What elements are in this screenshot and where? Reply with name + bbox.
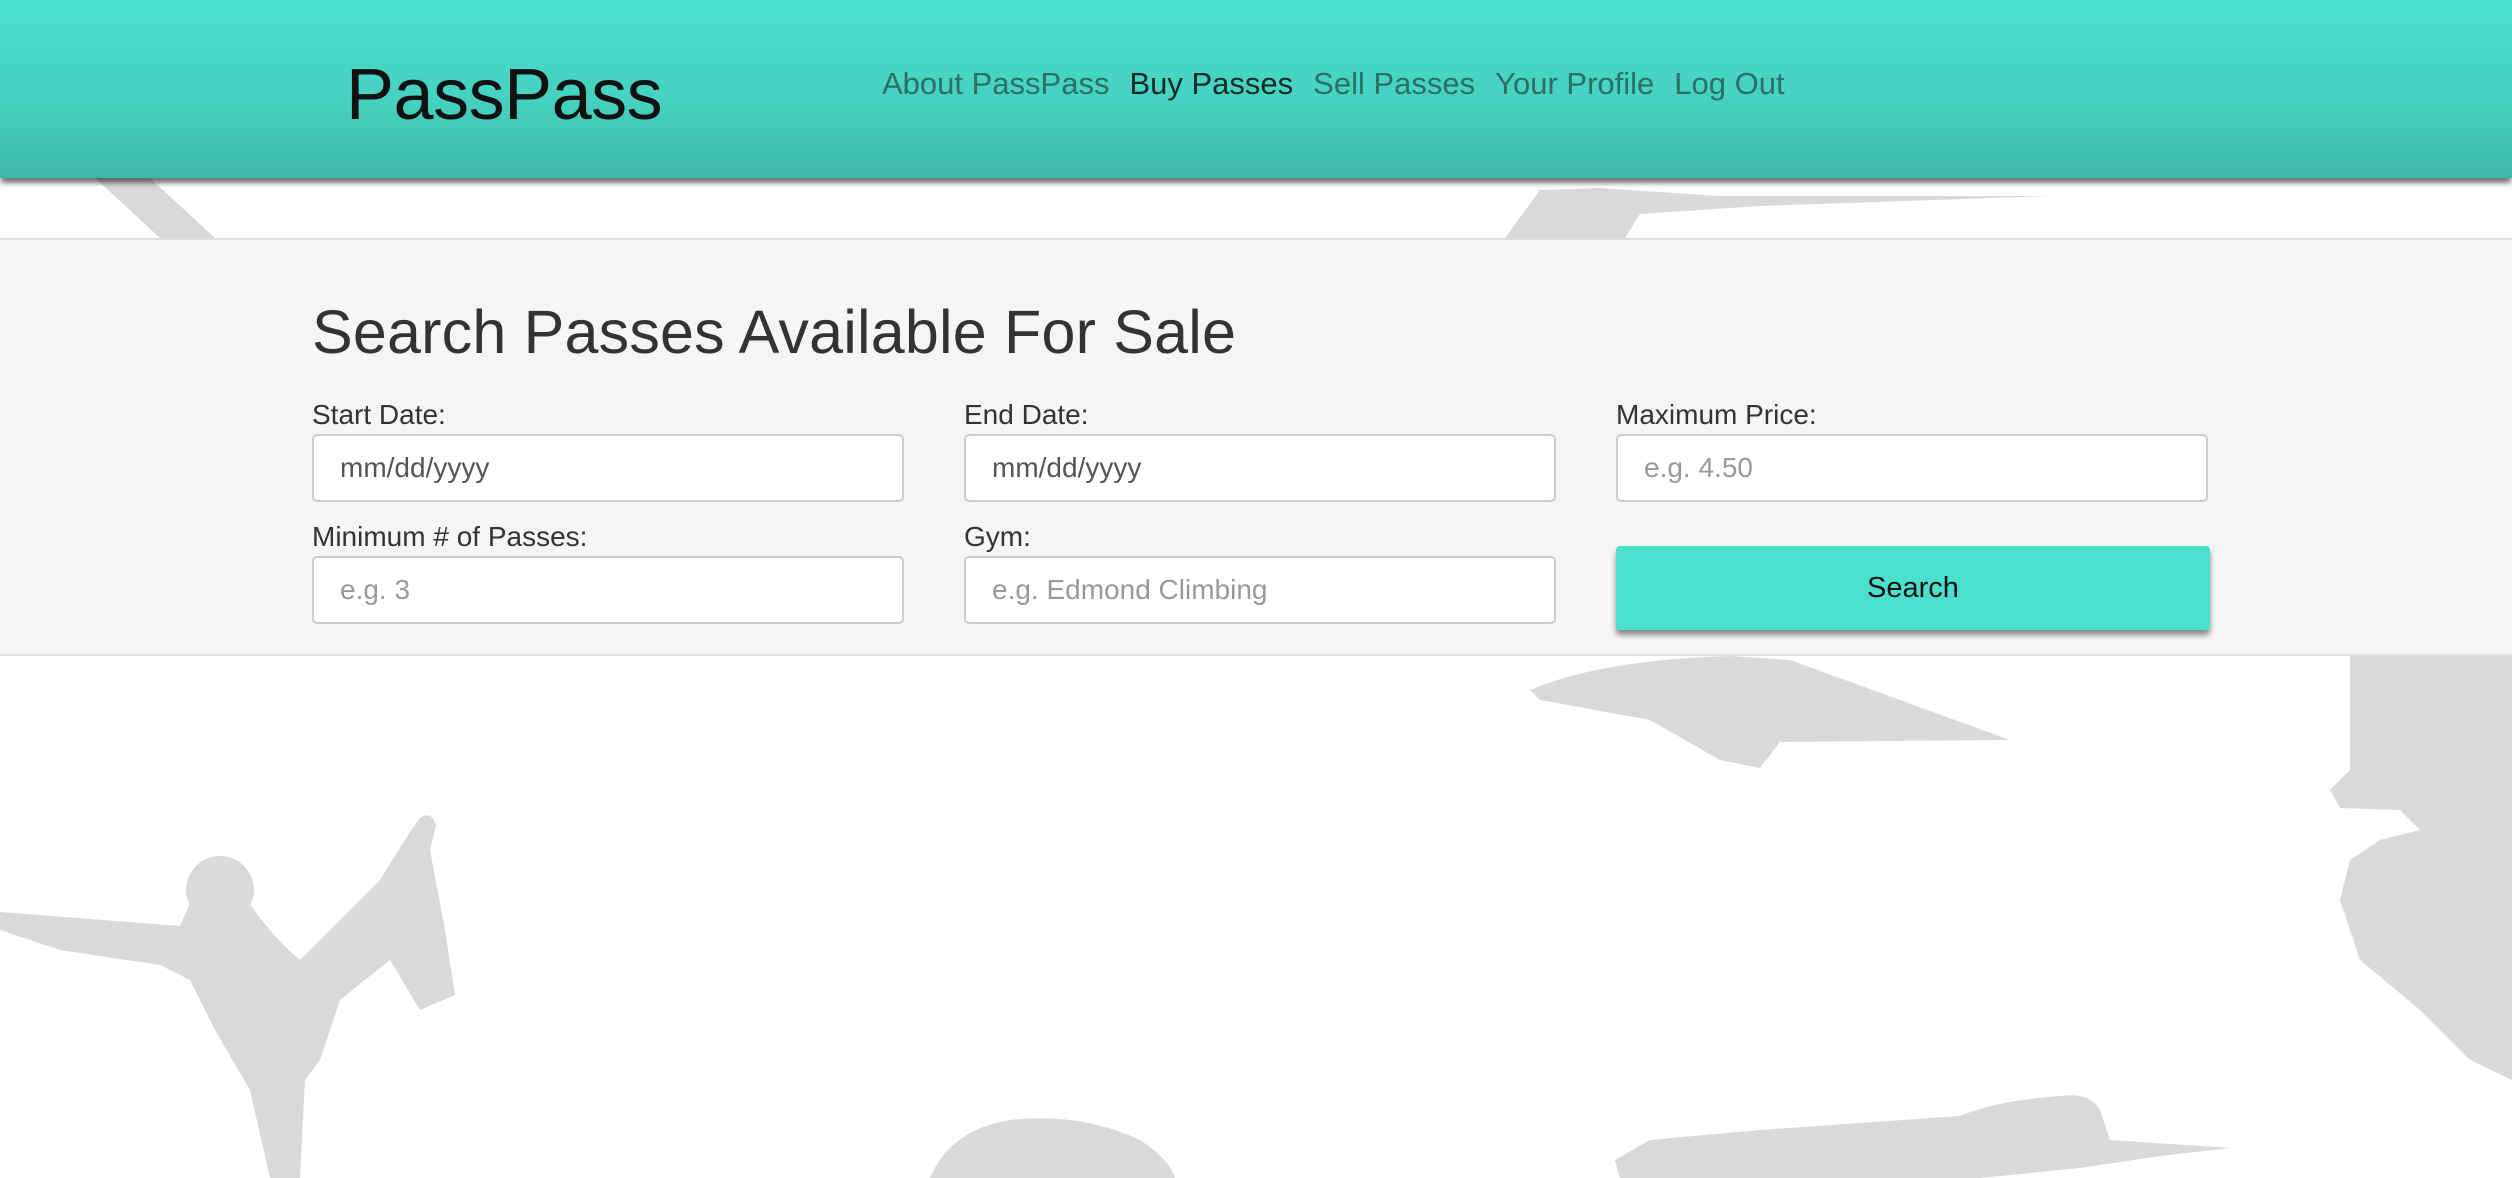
start-date-label: Start Date: [312, 399, 446, 430]
search-button[interactable]: Search [1616, 546, 2210, 630]
min-passes-label: Minimum # of Passes: [312, 521, 588, 552]
top-header: PassPass About PassPass Buy Passes Sell … [0, 0, 2512, 178]
gym-input[interactable] [964, 556, 1556, 624]
max-price-label: Maximum Price: [1616, 399, 1817, 430]
nav-sell-passes[interactable]: Sell Passes [1313, 62, 1475, 106]
main-nav: About PassPass Buy Passes Sell Passes Yo… [882, 62, 1785, 106]
brand-logo[interactable]: PassPass [346, 50, 663, 140]
start-date-input[interactable] [312, 434, 904, 502]
end-date-label: End Date: [964, 399, 1089, 430]
nav-buy-passes[interactable]: Buy Passes [1129, 62, 1293, 106]
min-passes-input[interactable] [312, 556, 904, 624]
end-date-input[interactable] [964, 434, 1556, 502]
gym-label: Gym: [964, 521, 1031, 552]
page-title: Search Passes Available For Sale [312, 298, 1237, 366]
search-panel: Search Passes Available For Sale Start D… [0, 238, 2512, 656]
page: PassPass About PassPass Buy Passes Sell … [0, 0, 2512, 1178]
max-price-input[interactable] [1616, 434, 2208, 502]
nav-your-profile[interactable]: Your Profile [1495, 62, 1654, 106]
nav-log-out[interactable]: Log Out [1674, 62, 1784, 106]
nav-about[interactable]: About PassPass [882, 62, 1109, 106]
